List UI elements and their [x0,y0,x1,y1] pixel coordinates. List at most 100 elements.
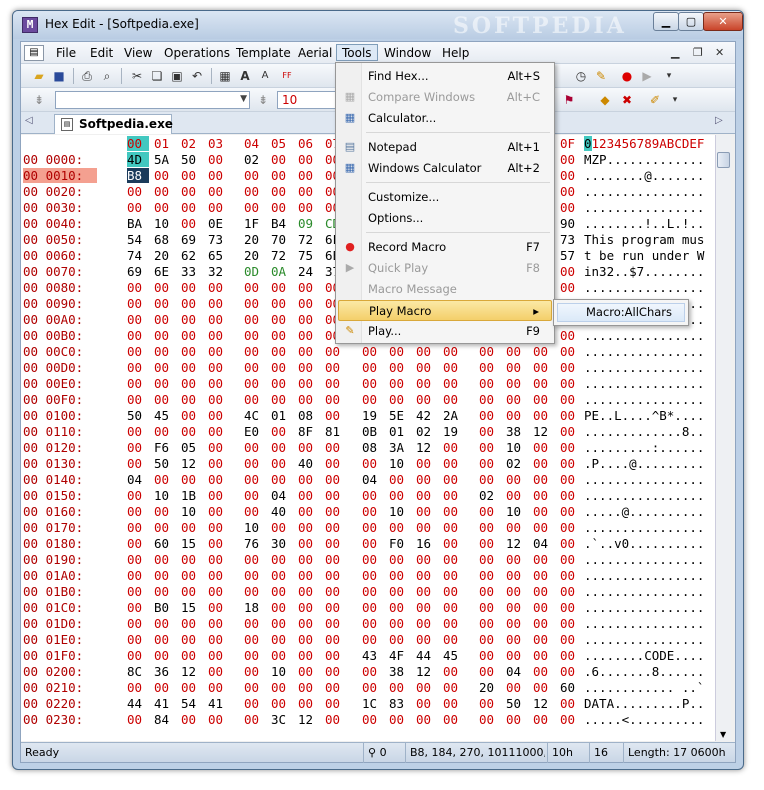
hex-byte[interactable]: 00 [389,392,411,407]
hex-byte[interactable]: 00 [154,312,176,327]
hex-byte[interactable]: 00 [127,712,149,727]
hex-byte[interactable]: 00 [533,344,555,359]
hex-byte[interactable]: 02 [506,456,528,471]
hex-byte[interactable]: 00 [181,520,203,535]
hex-byte[interactable]: 00 [416,360,438,375]
hex-row[interactable]: 00 01A0: 00 00 00 00 00 00 00 00 00 00 00 00 00 00 00 00… [21,568,715,584]
menu-item-options[interactable]: Options... [338,208,552,229]
hex-byte[interactable]: 00 [244,392,266,407]
menu-aerial[interactable]: Aerial [293,45,337,62]
hex-byte[interactable]: 00 [298,440,320,455]
hex-byte[interactable]: 00 [389,584,411,599]
copy-icon[interactable]: ❏ [149,68,165,84]
hex-byte[interactable]: 00 [479,696,501,711]
hex-byte[interactable]: 54 [181,696,203,711]
hex-byte[interactable]: 00 [154,632,176,647]
hex-byte[interactable]: 00 [443,344,465,359]
hex-byte[interactable]: 00 [154,616,176,631]
hex-byte[interactable]: 00 [127,392,149,407]
hex-byte[interactable]: 00 [560,200,582,215]
hex-byte[interactable]: 00 [443,392,465,407]
hex-byte[interactable]: 00 [443,536,465,551]
hex-byte[interactable]: BA [127,216,149,231]
hex-byte[interactable]: 00 [154,680,176,695]
hex-byte[interactable]: 00 [181,472,203,487]
hex-byte[interactable]: 12 [181,664,203,679]
hex-byte[interactable]: 4F [389,648,411,663]
hex-row[interactable]: 00 0220: 44 41 54 41 00 00 00 00 1C 83 00 00 00 50 12 00… [21,696,715,712]
hex-byte[interactable]: 00 [181,584,203,599]
bookmark-add-icon[interactable]: ◆ [597,92,613,108]
hex-byte[interactable]: 00 [208,184,230,199]
hex-byte[interactable]: 00 [533,504,555,519]
hex-byte[interactable]: B4 [271,216,293,231]
hex-byte[interactable]: 4C [244,408,266,423]
hex-byte[interactable]: 00 [325,616,347,631]
hex-byte[interactable]: 00 [271,440,293,455]
hex-byte[interactable]: 0B [362,424,384,439]
hex-byte[interactable]: 00 [208,568,230,583]
hex-byte[interactable]: 00 [181,312,203,327]
hex-byte[interactable]: 00 [208,312,230,327]
hex-byte[interactable]: 12 [416,440,438,455]
hex-byte[interactable]: 00 [154,328,176,343]
hex-byte[interactable]: 00 [271,424,293,439]
hex-byte[interactable]: 01 [389,424,411,439]
hex-byte[interactable]: 30 [271,536,293,551]
hex-byte[interactable]: 00 [154,376,176,391]
ascii-text[interactable]: PE..L....^B*.... [584,408,704,423]
hex-byte[interactable]: 00 [325,376,347,391]
hex-byte[interactable]: 00 [127,456,149,471]
hex-byte[interactable]: 00 [208,440,230,455]
hex-byte[interactable]: 02 [244,152,266,167]
hex-byte[interactable]: 00 [181,376,203,391]
hex-byte[interactable]: 00 [443,456,465,471]
hex-byte[interactable]: 00 [389,680,411,695]
hex-byte[interactable]: 00 [533,600,555,615]
hex-byte[interactable]: 00 [154,184,176,199]
hex-byte[interactable]: 00 [181,200,203,215]
hex-byte[interactable]: 00 [325,552,347,567]
ascii-text[interactable]: .....@.......... [584,504,704,519]
menu-file[interactable]: File [51,45,81,62]
hex-byte[interactable]: 00 [506,392,528,407]
hex-byte[interactable]: 00 [271,184,293,199]
hex-byte[interactable]: 00 [298,280,320,295]
document-icon[interactable]: ▤ [24,45,44,61]
hex-byte[interactable]: 00 [298,680,320,695]
hex-byte[interactable]: 43 [362,648,384,663]
hex-byte[interactable]: 73 [560,232,582,247]
hex-byte[interactable]: 00 [244,568,266,583]
ascii-text[interactable]: .`..v0.......... [584,536,704,551]
hex-byte[interactable]: 00 [389,472,411,487]
hex-byte[interactable]: 04 [533,536,555,551]
hex-byte[interactable]: 10 [389,504,411,519]
hex-byte[interactable]: 00 [325,680,347,695]
hex-byte[interactable]: 00 [244,616,266,631]
title-bar[interactable]: M Hex Edit - [Softpedia.exe] SOFTPEDIA ▁… [13,11,743,39]
clock-icon[interactable]: ◷ [573,68,589,84]
hex-row[interactable]: 00 00C0: 00 00 00 00 00 00 00 00 00 00 00 00 00 00 00 00… [21,344,715,360]
hex-byte[interactable]: 00 [208,392,230,407]
hex-byte[interactable]: 00 [127,584,149,599]
maximize-button[interactable]: ▢ [678,12,704,31]
hex-byte[interactable]: 00 [127,616,149,631]
hex-byte[interactable]: 00 [127,360,149,375]
hex-byte[interactable]: 00 [298,152,320,167]
hex-byte[interactable]: 00 [244,696,266,711]
hex-byte[interactable]: 00 [560,696,582,711]
hex-byte[interactable]: 38 [389,664,411,679]
ascii-text[interactable]: ................ [584,200,704,215]
hex-byte[interactable]: 41 [154,696,176,711]
hex-byte[interactable]: 00 [506,520,528,535]
hex-byte[interactable]: 00 [244,296,266,311]
hex-byte[interactable]: 00 [443,616,465,631]
hex-byte[interactable]: 00 [479,616,501,631]
notes-icon[interactable]: ✐ [647,92,663,108]
hex-byte[interactable]: 00 [362,376,384,391]
hex-byte[interactable]: 00 [443,440,465,455]
hex-byte[interactable]: 00 [127,568,149,583]
hex-byte[interactable]: 00 [443,472,465,487]
hex-byte[interactable]: 00 [533,616,555,631]
hex-byte[interactable]: 00 [127,344,149,359]
